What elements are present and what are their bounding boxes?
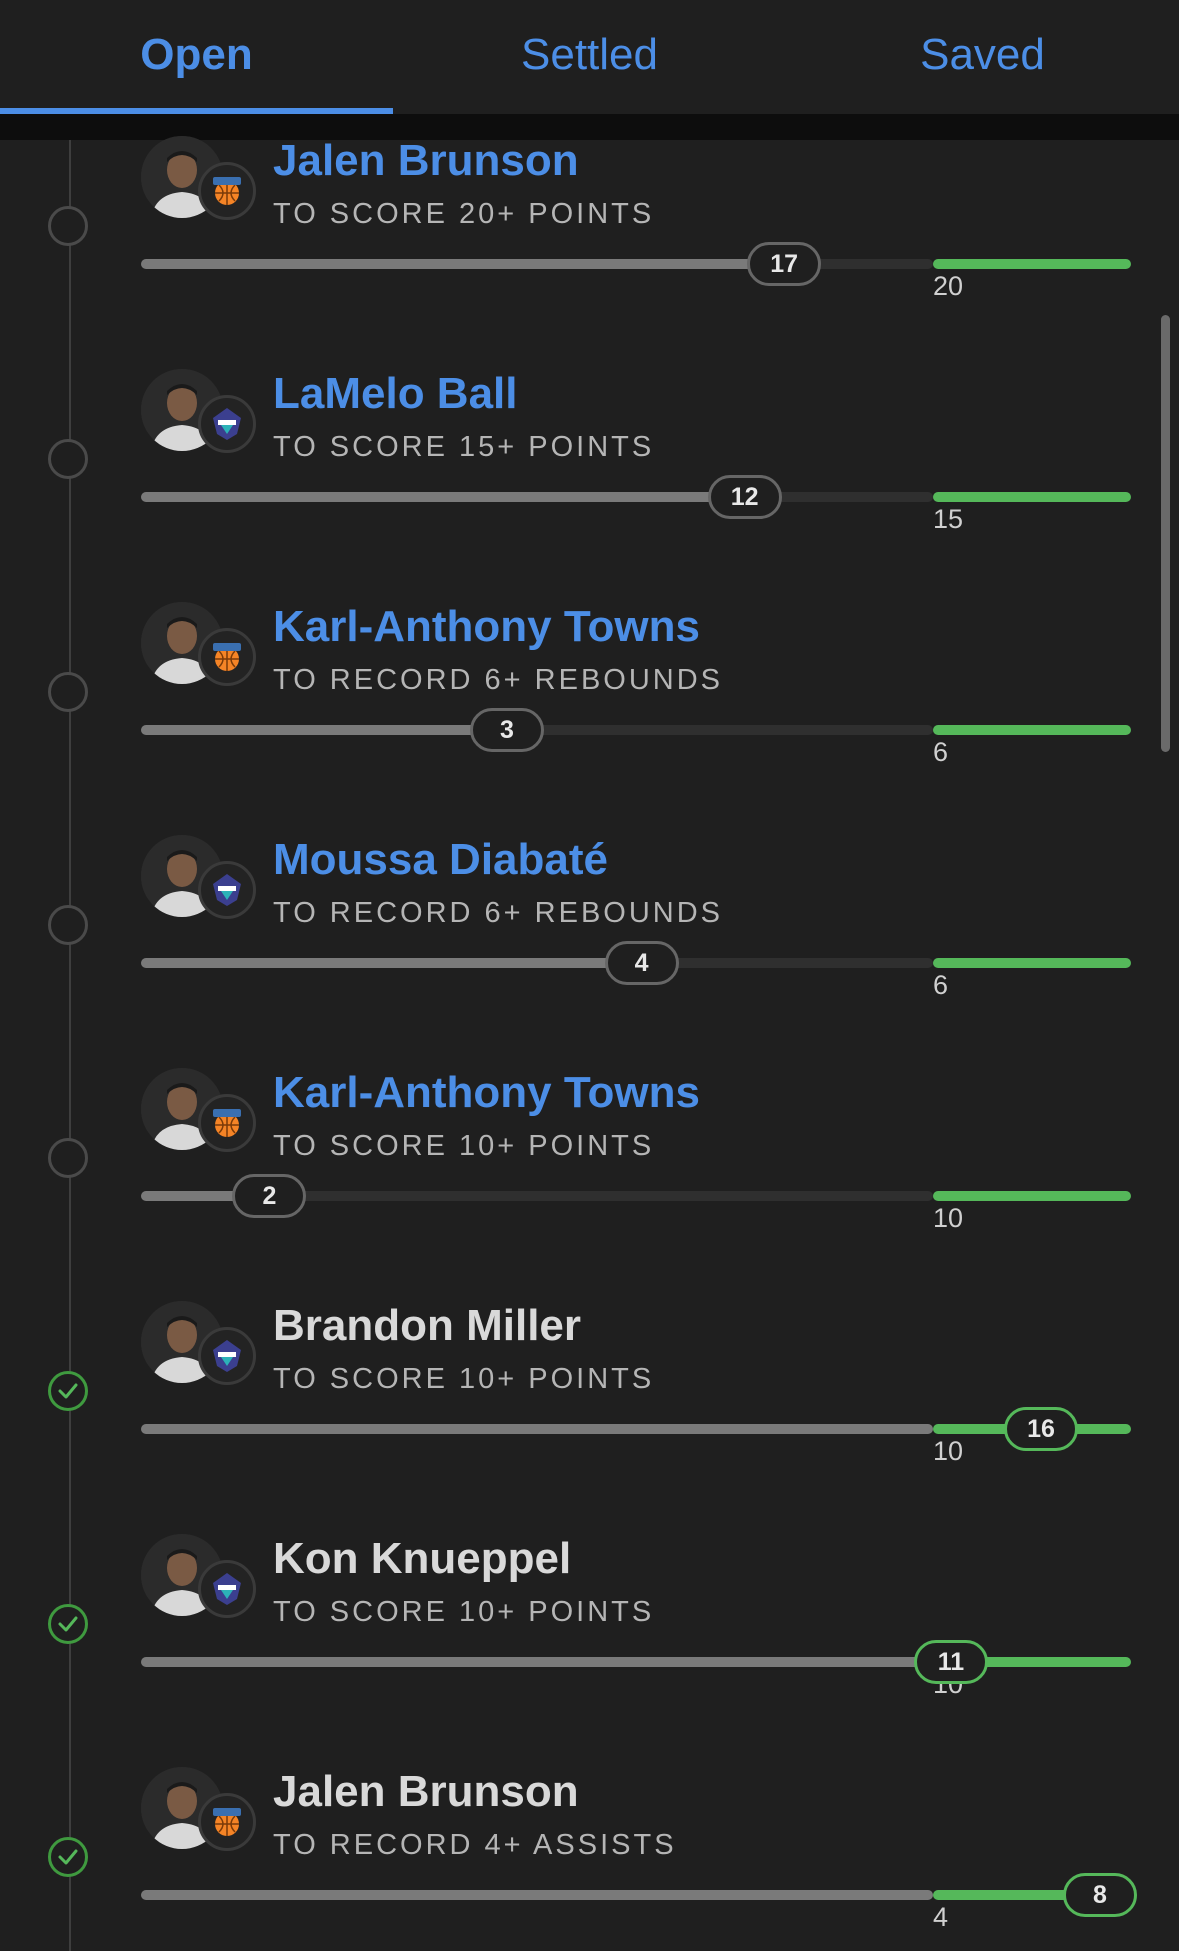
target-value: 6 xyxy=(933,737,949,767)
player-name[interactable]: Karl-Anthony Towns xyxy=(273,1068,700,1118)
player-name[interactable]: LaMelo Ball xyxy=(273,369,518,419)
market-description: TO SCORE 10+ POINTS xyxy=(273,1363,655,1395)
target-bar xyxy=(933,958,1131,968)
scrollbar[interactable] xyxy=(1161,315,1170,752)
knicks-logo-icon xyxy=(198,1793,256,1851)
target-value: 4 xyxy=(933,1902,949,1932)
target-value: 6 xyxy=(933,970,949,1000)
knicks-logo-icon xyxy=(198,1094,256,1152)
target-bar xyxy=(933,259,1131,269)
leg-status-node xyxy=(48,1138,88,1178)
leg-status-check-icon xyxy=(48,1837,88,1877)
target-value: 10 xyxy=(933,1436,964,1466)
target-bar xyxy=(933,725,1131,735)
leg-status-node xyxy=(48,672,88,712)
leg-row[interactable]: Jalen Brunson TO RECORD 4+ ASSISTS 4 8 xyxy=(0,0,1179,1932)
target-value: 20 xyxy=(933,271,964,301)
hornets-logo-icon xyxy=(198,1327,256,1385)
progress-fill xyxy=(141,1657,933,1667)
current-stat-pill: 17 xyxy=(747,242,822,286)
current-stat-pill: 2 xyxy=(232,1174,307,1218)
market-description: TO RECORD 4+ ASSISTS xyxy=(273,1829,677,1861)
hornets-logo-icon xyxy=(198,861,256,919)
current-stat-pill: 8 xyxy=(1063,1873,1137,1917)
target-bar xyxy=(933,1191,1131,1201)
hornets-logo-icon xyxy=(198,1560,256,1618)
current-stat-pill: 16 xyxy=(1004,1407,1078,1451)
market-description: TO RECORD 6+ REBOUNDS xyxy=(273,897,724,929)
progress-fill xyxy=(141,958,642,968)
leg-status-node xyxy=(48,905,88,945)
market-description: TO SCORE 15+ POINTS xyxy=(273,431,655,463)
market-description: TO RECORD 6+ REBOUNDS xyxy=(273,664,724,696)
progress-fill xyxy=(141,1890,933,1900)
market-description: TO SCORE 10+ POINTS xyxy=(273,1596,655,1628)
player-name: Brandon Miller xyxy=(273,1301,582,1350)
market-description: TO SCORE 10+ POINTS xyxy=(273,1130,655,1162)
progress-fill xyxy=(141,492,745,502)
player-name: Jalen Brunson xyxy=(273,1767,579,1816)
current-stat-pill: 3 xyxy=(470,708,544,752)
player-name[interactable]: Karl-Anthony Towns xyxy=(273,602,700,652)
leg-status-check-icon xyxy=(48,1604,88,1644)
leg-status-node xyxy=(48,439,88,479)
player-name[interactable]: Moussa Diabaté xyxy=(273,835,608,885)
leg-status-check-icon xyxy=(48,1371,88,1411)
progress-fill xyxy=(141,725,507,735)
progress-fill xyxy=(141,1424,933,1434)
hornets-logo-icon xyxy=(198,395,256,453)
target-bar xyxy=(933,492,1131,502)
knicks-logo-icon xyxy=(198,628,256,686)
current-stat-pill: 4 xyxy=(604,941,679,985)
progress-fill xyxy=(141,259,785,269)
current-stat-pill: 12 xyxy=(707,475,782,519)
target-value: 15 xyxy=(933,504,964,534)
current-stat-pill: 11 xyxy=(914,1640,988,1684)
timeline-line xyxy=(69,140,71,1951)
player-name: Kon Knueppel xyxy=(273,1534,572,1583)
target-value: 10 xyxy=(933,1203,964,1233)
